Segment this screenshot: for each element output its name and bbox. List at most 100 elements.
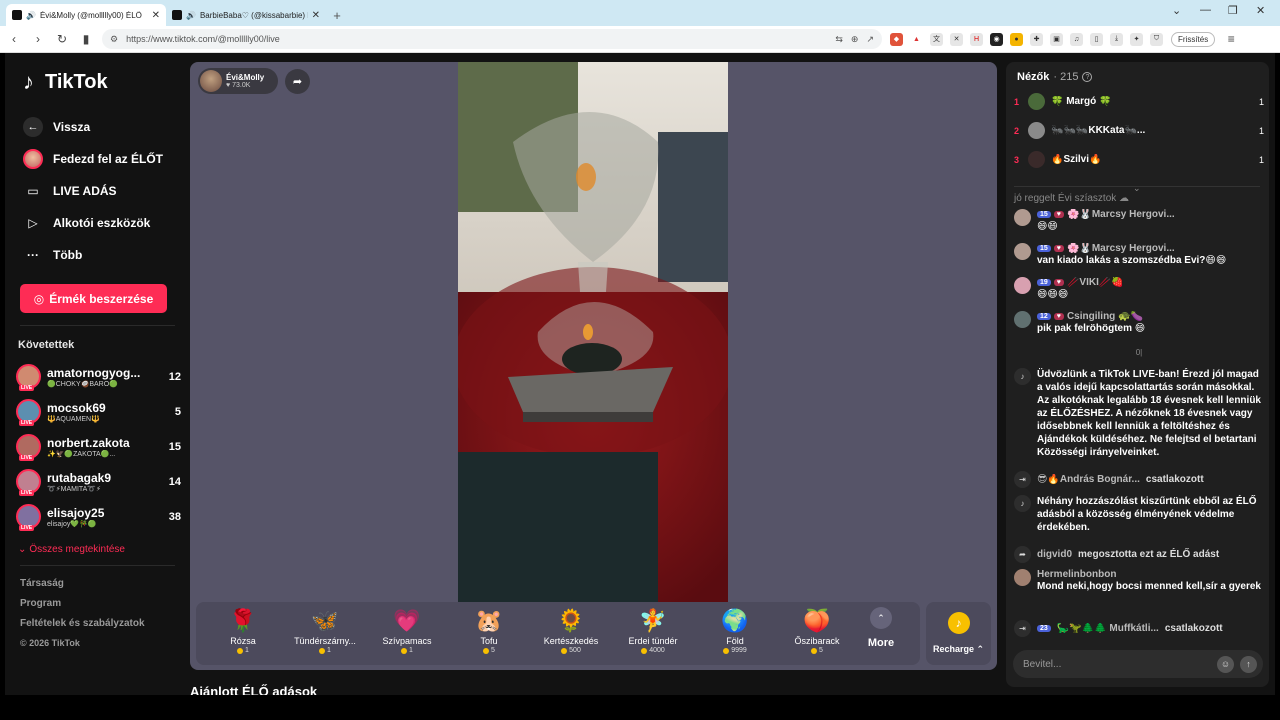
- following-item[interactable]: norbert.zakota✨🦅🟢ZAKOTA🟢... 15: [16, 429, 181, 464]
- menu-icon[interactable]: ≡: [1223, 31, 1239, 47]
- peach-icon: 🍑: [803, 608, 831, 633]
- his-ext-icon[interactable]: H: [970, 32, 983, 46]
- close-icon[interactable]: ✕: [312, 10, 320, 21]
- download-icon[interactable]: ⤓: [1110, 32, 1123, 46]
- more-gifts-button[interactable]: ⌃ More: [860, 607, 902, 649]
- host-chip[interactable]: Évi&Molly ♥ 73.0K: [198, 68, 278, 94]
- chat-message[interactable]: 15 ♥ 🌸🐰Marcsy Hergovi... 😄😄: [1014, 209, 1264, 233]
- author-name: 🦕🦖🌲🌲 Muffkátli...: [1056, 623, 1159, 634]
- sidebar-toggle-icon[interactable]: ▯: [1090, 32, 1103, 46]
- back-icon[interactable]: ‹: [6, 31, 22, 47]
- restore-icon[interactable]: ❐: [1228, 4, 1238, 17]
- footer-link-program[interactable]: Program: [20, 598, 145, 618]
- color-ext-icon[interactable]: ●: [1010, 32, 1023, 46]
- chevron-down-icon[interactable]: ⌄: [1172, 4, 1181, 17]
- coin-icon: [483, 647, 490, 654]
- top-viewer-row[interactable]: 2 🐜🐜🐜KKKata🐜... 1: [1014, 116, 1264, 145]
- translate-icon[interactable]: ⇆: [835, 34, 843, 45]
- url-field[interactable]: ⚙ https://www.tiktok.com/@mollllly00/liv…: [102, 29, 882, 49]
- footer-link-company[interactable]: Társaság: [20, 578, 145, 598]
- gift-item[interactable]: 🦋 Tündérszárny... 1: [284, 607, 366, 654]
- send-icon[interactable]: ↑: [1240, 655, 1257, 673]
- join-action: csatlakozott: [1164, 623, 1223, 634]
- info-icon[interactable]: ?: [1082, 72, 1093, 82]
- ai-icon[interactable]: ✦: [1130, 32, 1143, 46]
- forward-icon[interactable]: ›: [30, 31, 46, 47]
- zoom-icon[interactable]: ⊕: [851, 34, 859, 45]
- translate-ext-icon[interactable]: 文: [930, 32, 943, 46]
- following-item[interactable]: rutabagak9➰⚡MAMITA➰⚡ 14: [16, 464, 181, 499]
- chat-message[interactable]: Hermelinbonbon Mond neki,hogy bocsi menn…: [1014, 569, 1264, 593]
- nav-label: Több: [53, 248, 83, 262]
- gift-name: Rózsa: [230, 636, 256, 646]
- share-icon: ➦: [292, 76, 303, 88]
- live-video[interactable]: [458, 62, 728, 602]
- gift-item[interactable]: 🌻 Kertészkedés 500: [530, 607, 612, 654]
- warning-icon[interactable]: ▲: [910, 32, 923, 46]
- nav-back[interactable]: ← Vissza: [23, 111, 173, 143]
- tiktok-logo[interactable]: TikTok: [23, 69, 108, 95]
- recharge-button[interactable]: ♪ Recharge ⌃: [926, 602, 991, 665]
- gift-price: 1: [237, 647, 249, 654]
- nav-explore-live[interactable]: Fedezd fel az ÉLŐT: [23, 143, 173, 175]
- music-icon[interactable]: ♫: [1070, 32, 1083, 46]
- window-close-icon[interactable]: ✕: [1256, 4, 1265, 17]
- new-tab-button[interactable]: +: [326, 4, 348, 26]
- speaker-icon[interactable]: 🔊: [26, 11, 36, 20]
- video-frame: [458, 62, 728, 602]
- nav-more[interactable]: ··· Több: [23, 239, 173, 271]
- tab-title: Évi&Molly (@mollllly00) ÉLŐ: [39, 10, 142, 20]
- reload-icon[interactable]: ↻: [54, 31, 70, 47]
- close-icon[interactable]: ✕: [152, 10, 160, 21]
- update-button[interactable]: Frissítés: [1171, 31, 1216, 47]
- gift-item[interactable]: 🌍 Föld 9999: [694, 607, 776, 654]
- top-viewer-row[interactable]: 3 🔥Szilvi🔥 1: [1014, 145, 1264, 174]
- top-viewer-row[interactable]: 1 🍀 Margó 🍀 1: [1014, 87, 1264, 116]
- chat-message[interactable]: 15 ♥ 🌸🐰Marcsy Hergovi... van kiado lakás a…: [1014, 243, 1264, 267]
- following-item[interactable]: amatornogyog...🟢CHOKY🥥BARO🟢 12: [16, 359, 181, 394]
- join-message[interactable]: ⇥ 😎🔥András Bognár... csatlakozott: [1014, 471, 1264, 488]
- site-info-icon[interactable]: ⚙: [110, 34, 118, 45]
- gift-item[interactable]: 💗 Szívpamacs 1: [366, 607, 448, 654]
- share-message[interactable]: ➦ digvid0 megosztotta ezt az ÉLŐ adást: [1014, 546, 1264, 563]
- speaker-icon[interactable]: 🔊: [186, 11, 196, 20]
- vpn-ext-icon[interactable]: ◉: [990, 32, 1003, 46]
- browser-tab-active[interactable]: 🔊 Évi&Molly (@mollllly00) ÉLŐ ✕: [6, 4, 166, 26]
- minimize-icon[interactable]: —: [1200, 4, 1211, 16]
- share-page-icon[interactable]: ↗: [866, 34, 874, 45]
- chat-input[interactable]: Bevitel... ☺ ↑: [1013, 650, 1263, 678]
- x-ext-icon[interactable]: ✕: [950, 32, 963, 46]
- viewer-name: 🔥Szilvi🔥: [1051, 154, 1102, 165]
- footer-link-terms[interactable]: Feltételek és szabályzatok: [20, 618, 145, 638]
- gift-name: Szívpamacs: [382, 636, 432, 646]
- following-name: elisajoy25: [47, 505, 105, 520]
- screenshot-icon[interactable]: ▣: [1050, 32, 1063, 46]
- gift-item[interactable]: 🧚 Erdei tündér 4000: [612, 607, 694, 654]
- browser-tab[interactable]: 🔊 BarbieBaba♡ (@kissabarbie) ÉLŐ ✕: [166, 4, 326, 26]
- share-button[interactable]: ➦: [285, 69, 310, 94]
- gift-item[interactable]: 🌹 Rózsa 1: [202, 607, 284, 654]
- divider: [20, 325, 175, 326]
- nav-go-live[interactable]: ▭ LIVE ADÁS: [23, 175, 173, 207]
- following-item[interactable]: mocsok69🔱AQUAMEN🔱 5: [16, 394, 181, 429]
- join-message[interactable]: ⇥ 23 🦕🦖🌲🌲 Muffkátli... csatlakozott: [1014, 620, 1264, 637]
- following-name: norbert.zakota: [47, 435, 130, 450]
- see-all-link[interactable]: ⌄ Összes megtekintése: [18, 544, 125, 555]
- bookmark-icon[interactable]: ▮: [78, 31, 94, 47]
- nav-creator-tools[interactable]: ▷ Alkotói eszközök: [23, 207, 173, 239]
- shield-icon[interactable]: ⛉: [1150, 32, 1163, 46]
- following-item[interactable]: elisajoy25elisajoy💚🎋🟢 38: [16, 499, 181, 534]
- puzzle-icon[interactable]: ✚: [1030, 32, 1043, 46]
- viewer-name: 🐜🐜🐜KKKata🐜...: [1051, 125, 1146, 136]
- gift-item[interactable]: 🍑 Őszibarack 5: [776, 607, 858, 654]
- viewers-header[interactable]: Nézők · 215 ?: [1017, 71, 1093, 83]
- get-coins-button[interactable]: ◎ Érmék beszerzése: [20, 284, 167, 313]
- avatar: [1014, 311, 1031, 328]
- emoji-icon[interactable]: ☺: [1217, 655, 1234, 673]
- gift-item[interactable]: 🐹 Tofu 5: [448, 607, 530, 654]
- chat-message[interactable]: 12 ♥ Csingiling 🐢🍆 pik pak felröhögtem 😄: [1014, 311, 1264, 335]
- more-dots-icon: ···: [27, 248, 39, 262]
- avatar: [16, 364, 41, 391]
- chat-message[interactable]: 19 ♥ 🥢VIKI🥢🍓 😄😄😄: [1014, 277, 1264, 301]
- brave-shield-icon[interactable]: ◆: [890, 32, 903, 46]
